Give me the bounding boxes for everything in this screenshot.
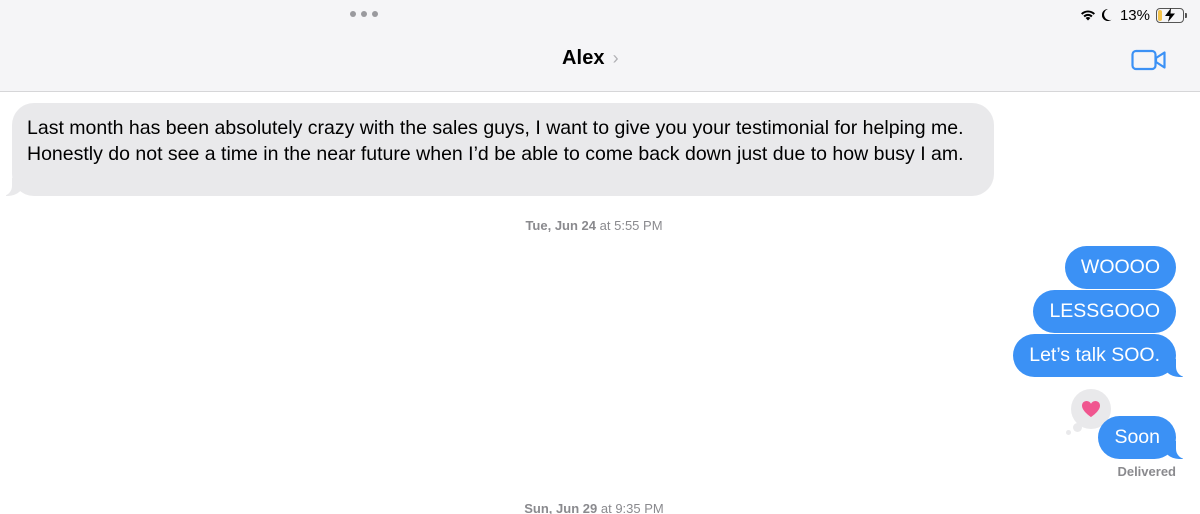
tapback-tail <box>1073 423 1082 432</box>
contact-name: Alex <box>562 47 605 69</box>
delivery-status: Delivered <box>1117 464 1176 479</box>
outgoing-message-text: WOOOO <box>1080 256 1160 278</box>
multitasking-menu-icon[interactable] <box>350 11 378 19</box>
message-timestamp: Tue, Jun 24 at 5:55 PM <box>525 218 663 233</box>
message-timestamp: Sun, Jun 29 at 9:35 PM <box>524 501 664 514</box>
contact-details-button[interactable]: Alex › <box>562 47 619 70</box>
outgoing-message-text: Soon <box>1114 426 1160 448</box>
outgoing-message-bubble[interactable]: Let’s talk SOO. <box>1013 334 1192 377</box>
outgoing-message-bubble[interactable]: WOOOO <box>1064 246 1176 289</box>
tapback-tail <box>1066 430 1071 435</box>
wifi-icon <box>1080 10 1095 21</box>
outgoing-message-bubble[interactable]: LESSGOOO <box>1033 290 1176 333</box>
outgoing-message-text: LESSGOOO <box>1049 300 1160 322</box>
incoming-message-bubble[interactable]: Last month has been absolutely crazy wit… <box>0 103 994 196</box>
outgoing-message-bubble[interactable]: Soon <box>1098 416 1192 459</box>
moon-icon <box>1101 8 1112 21</box>
conversation-header: 13% Alex › <box>0 0 1200 92</box>
battery-percent: 13% <box>1119 6 1150 24</box>
video-camera-icon[interactable] <box>1131 48 1167 72</box>
battery-charging-icon <box>1156 7 1187 23</box>
outgoing-message-text: Let’s talk SOO. <box>1029 344 1160 366</box>
heart-icon <box>1082 401 1100 417</box>
chevron-right-icon: › <box>612 48 619 68</box>
incoming-message-text: Last month has been absolutely crazy wit… <box>27 117 964 165</box>
status-bar: 13% <box>1080 5 1187 25</box>
